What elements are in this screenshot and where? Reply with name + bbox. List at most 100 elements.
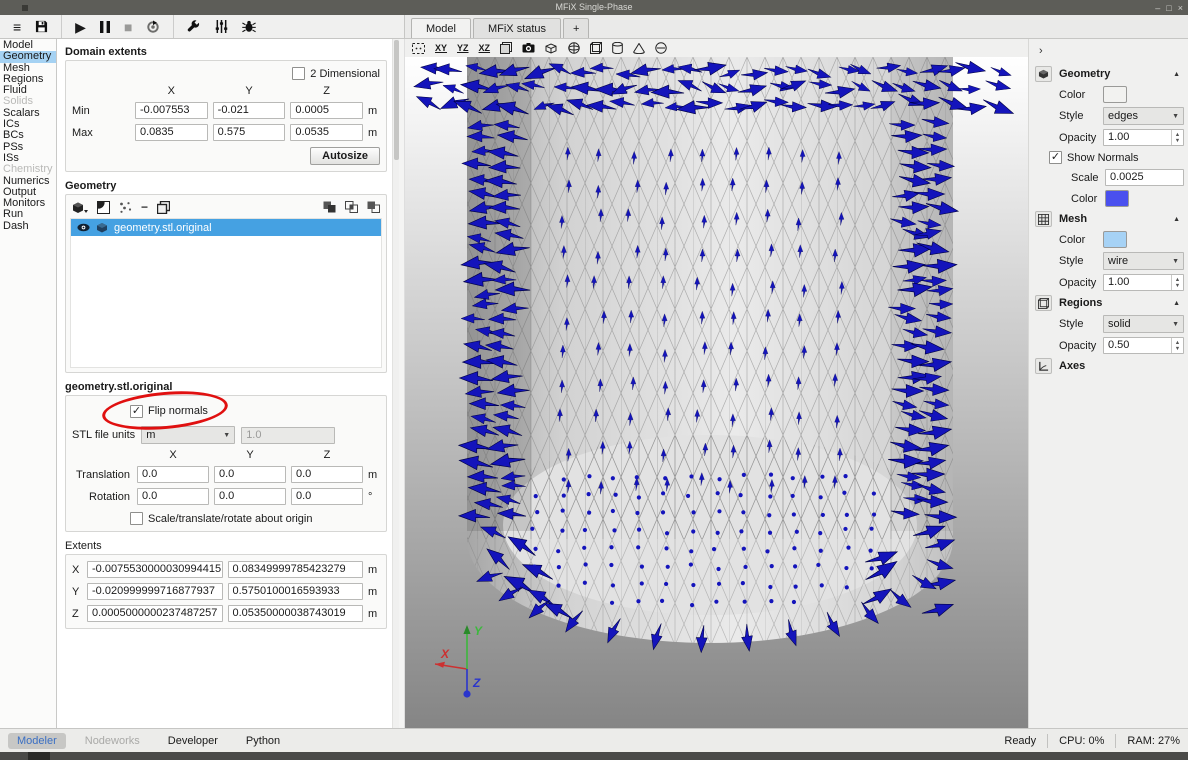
regions-opacity-spinner[interactable]: 0.50▲▼ [1103, 337, 1184, 354]
difference-icon[interactable] [367, 201, 380, 213]
mesh-color-label: Color [1059, 234, 1103, 246]
reset-view-icon[interactable] [412, 43, 425, 54]
geometry-visibility-icon[interactable] [545, 43, 558, 54]
view-xz-icon[interactable]: XZ [479, 43, 491, 53]
tab-model[interactable]: Model [411, 18, 471, 38]
sliders-icon[interactable] [215, 20, 228, 33]
translation-z-field[interactable]: 0.0 [291, 466, 363, 483]
nav-item-geometry[interactable]: Geometry [0, 51, 56, 62]
regions-visibility-icon[interactable] [612, 42, 623, 54]
max-label: Max [72, 127, 130, 139]
extents-title: Extents [65, 540, 387, 552]
geometry-opacity-spinner[interactable]: 1.00▲▼ [1103, 129, 1184, 146]
extents-z-min-field[interactable]: 0.0005000000237487257 [87, 605, 223, 622]
regions-style-select[interactable]: solid▼ [1103, 315, 1184, 333]
collapse-caret-icon[interactable]: ▲ [1173, 216, 1184, 223]
nav-item-bcs[interactable]: BCs [0, 130, 56, 141]
about-origin-checkbox[interactable] [130, 512, 143, 525]
translation-y-field[interactable]: 0.0 [214, 466, 286, 483]
normals-color-swatch[interactable] [1105, 190, 1129, 207]
copy-geometry-icon[interactable] [157, 201, 170, 214]
reset-icon[interactable] [146, 20, 160, 34]
max-y-field[interactable]: 0.575 [213, 124, 286, 141]
collapse-caret-icon[interactable]: ▲ [1173, 71, 1184, 78]
min-z-field[interactable]: 0.0005 [290, 102, 363, 119]
rotation-x-field[interactable]: 0.0 [137, 488, 209, 505]
min-x-field[interactable]: -0.007553 [135, 102, 208, 119]
add-tab-button[interactable]: + [563, 18, 589, 38]
extents-z-unit: m [368, 608, 380, 620]
geometry-props-section: Geometry ▲ Color Style edges▼ Opacity 1.… [1035, 66, 1184, 207]
stop-icon[interactable]: ■ [124, 20, 132, 34]
wrench-icon[interactable] [187, 20, 201, 34]
geometry-tree-row[interactable]: geometry.stl.original [71, 219, 381, 236]
procedural-geometry-icon[interactable] [119, 201, 132, 214]
perspective-icon[interactable] [500, 42, 512, 54]
geometry-box: − geometry.stl.original [65, 194, 387, 373]
save-icon[interactable] [35, 20, 48, 33]
normals-scale-field[interactable]: 0.0025 [1105, 169, 1184, 186]
min-y-field[interactable]: -0.021 [213, 102, 286, 119]
intersection-icon[interactable] [345, 201, 358, 213]
mode-nodeworks[interactable]: Nodeworks [76, 733, 149, 749]
max-z-field[interactable]: 0.0535 [290, 124, 363, 141]
mesh-opacity-spinner[interactable]: 1.00▲▼ [1103, 274, 1184, 291]
nav-item-dash[interactable]: Dash [0, 221, 56, 232]
max-unit: m [368, 127, 380, 139]
rotation-z-field[interactable]: 0.0 [291, 488, 363, 505]
extents-x-min-field[interactable]: -0.0075530000030994415 [87, 561, 223, 578]
camera-icon[interactable] [522, 43, 535, 53]
extents-y-max-field[interactable]: 0.5750100016593933 [228, 583, 364, 600]
geometry-color-swatch[interactable] [1103, 86, 1127, 103]
tab-mfix-status[interactable]: MFiX status [473, 18, 561, 38]
translation-x-field[interactable]: 0.0 [137, 466, 209, 483]
regions-props-section: Regions ▲ Style solid▼ Opacity 0.50▲▼ [1035, 295, 1184, 354]
view-yz-icon[interactable]: YZ [457, 43, 469, 53]
visibility-eye-icon[interactable] [77, 223, 90, 232]
extents-y-unit: m [368, 586, 380, 598]
right-panel-collapse-button[interactable]: › [1035, 43, 1184, 63]
implicit-geometry-icon[interactable] [97, 201, 110, 214]
autosize-button[interactable]: Autosize [310, 147, 380, 165]
stl-units-select[interactable]: m▼ [141, 426, 235, 444]
mesh-color-swatch[interactable] [1103, 231, 1127, 248]
view-xy-icon[interactable]: XY [435, 43, 447, 53]
mesh-visibility-icon[interactable] [590, 42, 602, 54]
bug-icon[interactable] [242, 20, 256, 33]
mode-developer[interactable]: Developer [159, 733, 227, 749]
menu-icon[interactable]: ≡ [13, 20, 21, 34]
extents-y-min-field[interactable]: -0.020999999716877937 [87, 583, 223, 600]
mode-modeler[interactable]: Modeler [8, 733, 66, 749]
pause-icon[interactable] [100, 21, 110, 33]
about-origin-label: Scale/translate/rotate about origin [148, 513, 313, 525]
show-normals-checkbox[interactable]: ✓ [1049, 151, 1062, 164]
viewport-3d[interactable]: X Y Z [405, 57, 1028, 728]
clip-icon[interactable] [655, 42, 667, 54]
two-dimensional-checkbox[interactable] [292, 67, 305, 80]
maximize-button[interactable]: □ [1166, 3, 1171, 13]
status-bar: Modeler Nodeworks Developer Python Ready… [0, 728, 1188, 752]
min-label: Min [72, 105, 130, 117]
close-button[interactable]: × [1178, 3, 1183, 13]
normals-cone-icon[interactable] [633, 43, 645, 54]
stl-box: ✓ Flip normals STL file units m▼ 1.0 X Y… [65, 395, 387, 532]
mesh-style-select[interactable]: wire▼ [1103, 252, 1184, 270]
extents-x-label: X [72, 564, 82, 576]
extents-x-max-field[interactable]: 0.08349999785423279 [228, 561, 364, 578]
flip-normals-checkbox[interactable]: ✓ [130, 405, 143, 418]
extents-z-max-field[interactable]: 0.05350000038743019 [228, 605, 364, 622]
geometry-style-select[interactable]: edges▼ [1103, 107, 1184, 125]
union-icon[interactable] [323, 201, 336, 213]
geometry-tree[interactable]: geometry.stl.original [70, 218, 382, 368]
rotation-y-field[interactable]: 0.0 [214, 488, 286, 505]
window-titlebar[interactable]: MFiX Single-Phase – □ × [0, 0, 1188, 15]
max-x-field[interactable]: 0.0835 [135, 124, 208, 141]
run-icon[interactable]: ▶ [75, 20, 86, 34]
left-panel-scrollbar[interactable] [392, 39, 399, 728]
minimize-button[interactable]: – [1155, 3, 1160, 13]
add-geometry-icon[interactable] [72, 201, 88, 214]
remove-geometry-icon[interactable]: − [141, 200, 148, 214]
collapse-caret-icon[interactable]: ▲ [1173, 300, 1184, 307]
mode-python[interactable]: Python [237, 733, 289, 749]
rotate-sphere-icon[interactable] [568, 42, 580, 54]
